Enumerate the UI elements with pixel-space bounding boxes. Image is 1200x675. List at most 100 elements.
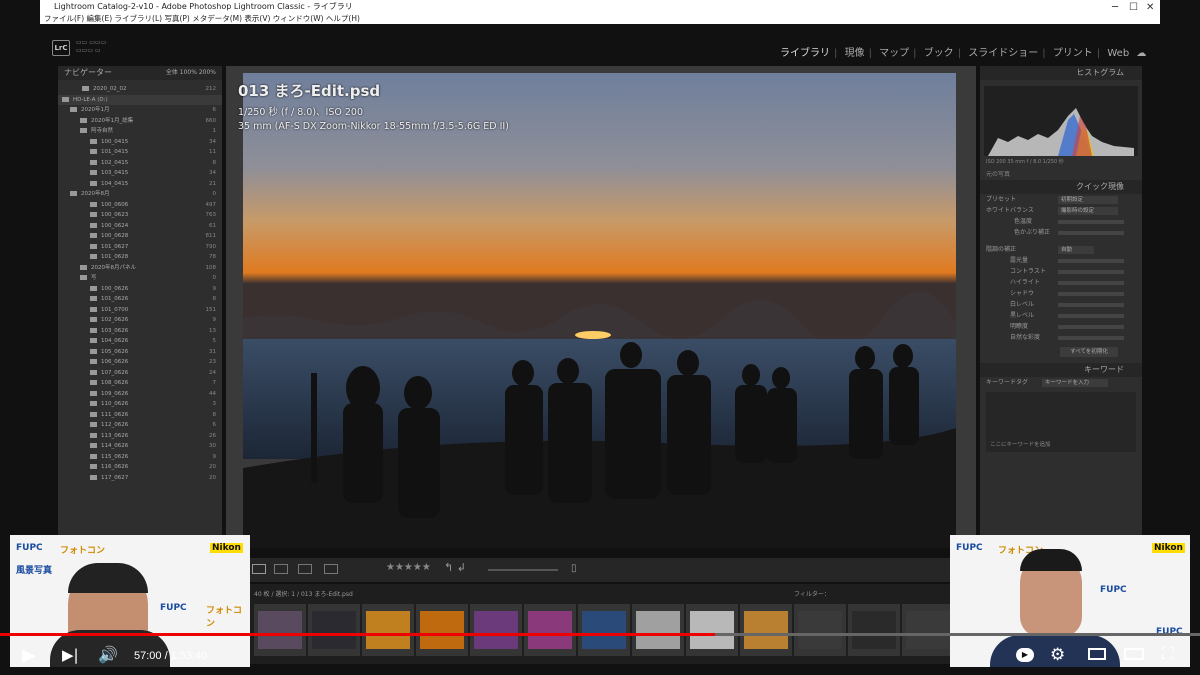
filmstrip-cell[interactable] — [362, 604, 414, 656]
compare-view-icon[interactable] — [298, 564, 312, 574]
folder-item[interactable]: HD-LE-A (D:) — [58, 94, 222, 105]
tone-slider-buttons[interactable] — [1058, 303, 1124, 307]
rotate-icon[interactable]: ↰ ↲ — [444, 561, 466, 574]
module-library[interactable]: ライブラリ — [780, 48, 830, 59]
folder-item[interactable]: 2020年1月_総集 660 — [58, 116, 222, 127]
filmstrip-cell[interactable] — [848, 604, 900, 656]
folder-item[interactable]: 117_0627 20 — [58, 473, 222, 484]
folder-item[interactable]: 2020年8月パネル 108 — [58, 263, 222, 274]
module-develop[interactable]: 現像 — [845, 48, 865, 59]
module-map[interactable]: マップ — [879, 48, 909, 59]
main-photo[interactable] — [243, 73, 956, 548]
folder-item[interactable]: 116_0626 20 — [58, 462, 222, 473]
survey-view-icon[interactable] — [324, 564, 338, 574]
folder-item[interactable]: 102_0415 8 — [58, 158, 222, 169]
folder-item[interactable]: 写0 — [58, 273, 222, 284]
filmstrip-cell[interactable] — [902, 604, 954, 656]
minimize-icon[interactable]: ─ — [1112, 2, 1118, 13]
filmstrip-cell[interactable] — [524, 604, 576, 656]
grid-view-icon[interactable] — [252, 564, 266, 574]
filmstrip-cell[interactable] — [632, 604, 684, 656]
play-icon[interactable]: ▶ — [22, 645, 36, 666]
histogram-header[interactable]: ヒストグラム — [980, 66, 1142, 80]
folder-item[interactable]: 103_0626 13 — [58, 326, 222, 337]
folder-item[interactable]: 112_0626 6 — [58, 420, 222, 431]
folder-item[interactable]: 100_0626 9 — [58, 284, 222, 295]
folder-item[interactable]: 103_0415 34 — [58, 168, 222, 179]
navigator-zoom[interactable]: 全体 100% 200% — [166, 66, 216, 80]
folder-item[interactable]: 108_0626 7 — [58, 378, 222, 389]
tone-slider-buttons[interactable] — [1058, 314, 1124, 318]
folder-item[interactable]: 115_0626 9 — [58, 452, 222, 463]
tone-slider-buttons[interactable] — [1058, 336, 1124, 340]
folder-item[interactable]: 105_0626 31 — [58, 347, 222, 358]
filmstrip-cell[interactable] — [254, 604, 306, 656]
close-icon[interactable]: ✕ — [1146, 2, 1154, 13]
folder-item[interactable]: 100_0606 497 — [58, 200, 222, 211]
temp-buttons[interactable] — [1058, 220, 1124, 224]
keyword-header[interactable]: キーワード — [980, 363, 1142, 377]
rating-stars[interactable]: ★★★★★ — [386, 562, 431, 573]
filmstrip-cell[interactable] — [740, 604, 792, 656]
autoplay-toggle[interactable]: ▶ — [1016, 648, 1034, 662]
maximize-icon[interactable]: ☐ — [1129, 2, 1138, 13]
cloud-icon[interactable]: ☁ — [1136, 48, 1146, 59]
tone-slider-buttons[interactable] — [1058, 292, 1124, 296]
tone-slider-buttons[interactable] — [1058, 270, 1124, 274]
module-print[interactable]: プリント — [1053, 48, 1093, 59]
filmstrip-cell[interactable] — [416, 604, 468, 656]
folder-item[interactable]: 阿寺自然 1 — [58, 126, 222, 137]
navigator-header[interactable]: ナビゲーター 全体 100% 200% — [58, 66, 222, 80]
next-icon[interactable]: ▶| — [62, 646, 79, 664]
folder-item[interactable]: 101_0627 790 — [58, 242, 222, 253]
folder-item[interactable]: 113_0626 26 — [58, 431, 222, 442]
original-photo-checkbox[interactable]: 元の写真 — [980, 169, 1142, 178]
folder-item[interactable]: 107_0626 24 — [58, 368, 222, 379]
module-slideshow[interactable]: スライドショー — [968, 48, 1038, 59]
quick-develop-header[interactable]: クイック現像 — [980, 180, 1142, 194]
info-toggle-icon[interactable]: ▯ — [571, 563, 577, 574]
preset-select[interactable]: 初期設定 — [1058, 195, 1118, 204]
zoom-slider[interactable] — [488, 569, 558, 571]
loupe-view-icon[interactable] — [274, 564, 288, 574]
volume-icon[interactable]: 🔊 — [98, 645, 118, 664]
filmstrip-cell[interactable] — [578, 604, 630, 656]
folder-item[interactable]: 114_0626 30 — [58, 441, 222, 452]
tone-slider-buttons[interactable] — [1058, 259, 1124, 263]
tone-slider-buttons[interactable] — [1058, 325, 1124, 329]
folder-item[interactable]: 101_0700 151 — [58, 305, 222, 316]
tint-buttons[interactable] — [1058, 231, 1124, 235]
tone-slider-buttons[interactable] — [1058, 281, 1124, 285]
keyword-input[interactable]: ここにキーワードを追加 — [986, 392, 1136, 452]
folder-item[interactable]: 100_0628 811 — [58, 231, 222, 242]
filmstrip-cell[interactable] — [686, 604, 738, 656]
folder-item[interactable]: 102_0626 9 — [58, 315, 222, 326]
filmstrip-cell[interactable] — [470, 604, 522, 656]
menu-bar[interactable]: ファイル(F) 編集(E) ライブラリ(L) 写真(P) メタデータ(M) 表示… — [44, 13, 360, 24]
folder-item[interactable]: 104_0415 21 — [58, 179, 222, 190]
folder-item[interactable]: 101_0628 78 — [58, 252, 222, 263]
module-web[interactable]: Web — [1107, 48, 1129, 59]
folder-item[interactable]: 100_0623 763 — [58, 210, 222, 221]
folder-item[interactable]: 110_0626 3 — [58, 399, 222, 410]
folder-item[interactable]: 101_0415 11 — [58, 147, 222, 158]
folder-item[interactable]: 100_0624 61 — [58, 221, 222, 232]
folder-item[interactable]: 2020年8月 0 — [58, 189, 222, 200]
folder-item[interactable]: 104_0626 5 — [58, 336, 222, 347]
folder-item[interactable]: 101_0626 8 — [58, 294, 222, 305]
folder-item[interactable]: 2020_02_02 212 — [58, 84, 222, 95]
filmstrip-cell[interactable] — [794, 604, 846, 656]
tone-auto-button[interactable]: 自動 — [1058, 245, 1094, 254]
fullscreen-icon[interactable]: ⛶ — [1162, 644, 1174, 664]
folder-item[interactable]: 100_0415 34 — [58, 137, 222, 148]
settings-icon[interactable]: ⚙ — [1050, 645, 1065, 665]
folder-item[interactable]: 2020年1月 6 — [58, 105, 222, 116]
folder-item[interactable]: 111_0626 8 — [58, 410, 222, 421]
wb-select[interactable]: 撮影時の設定 — [1058, 206, 1118, 215]
module-book[interactable]: ブック — [924, 48, 954, 59]
miniplayer-icon[interactable] — [1088, 648, 1106, 660]
folder-item[interactable]: 106_0626 23 — [58, 357, 222, 368]
theater-icon[interactable] — [1124, 648, 1144, 660]
folder-item[interactable]: 109_0626 44 — [58, 389, 222, 400]
keyword-tags-select[interactable]: キーワードを入力 — [1042, 378, 1108, 387]
